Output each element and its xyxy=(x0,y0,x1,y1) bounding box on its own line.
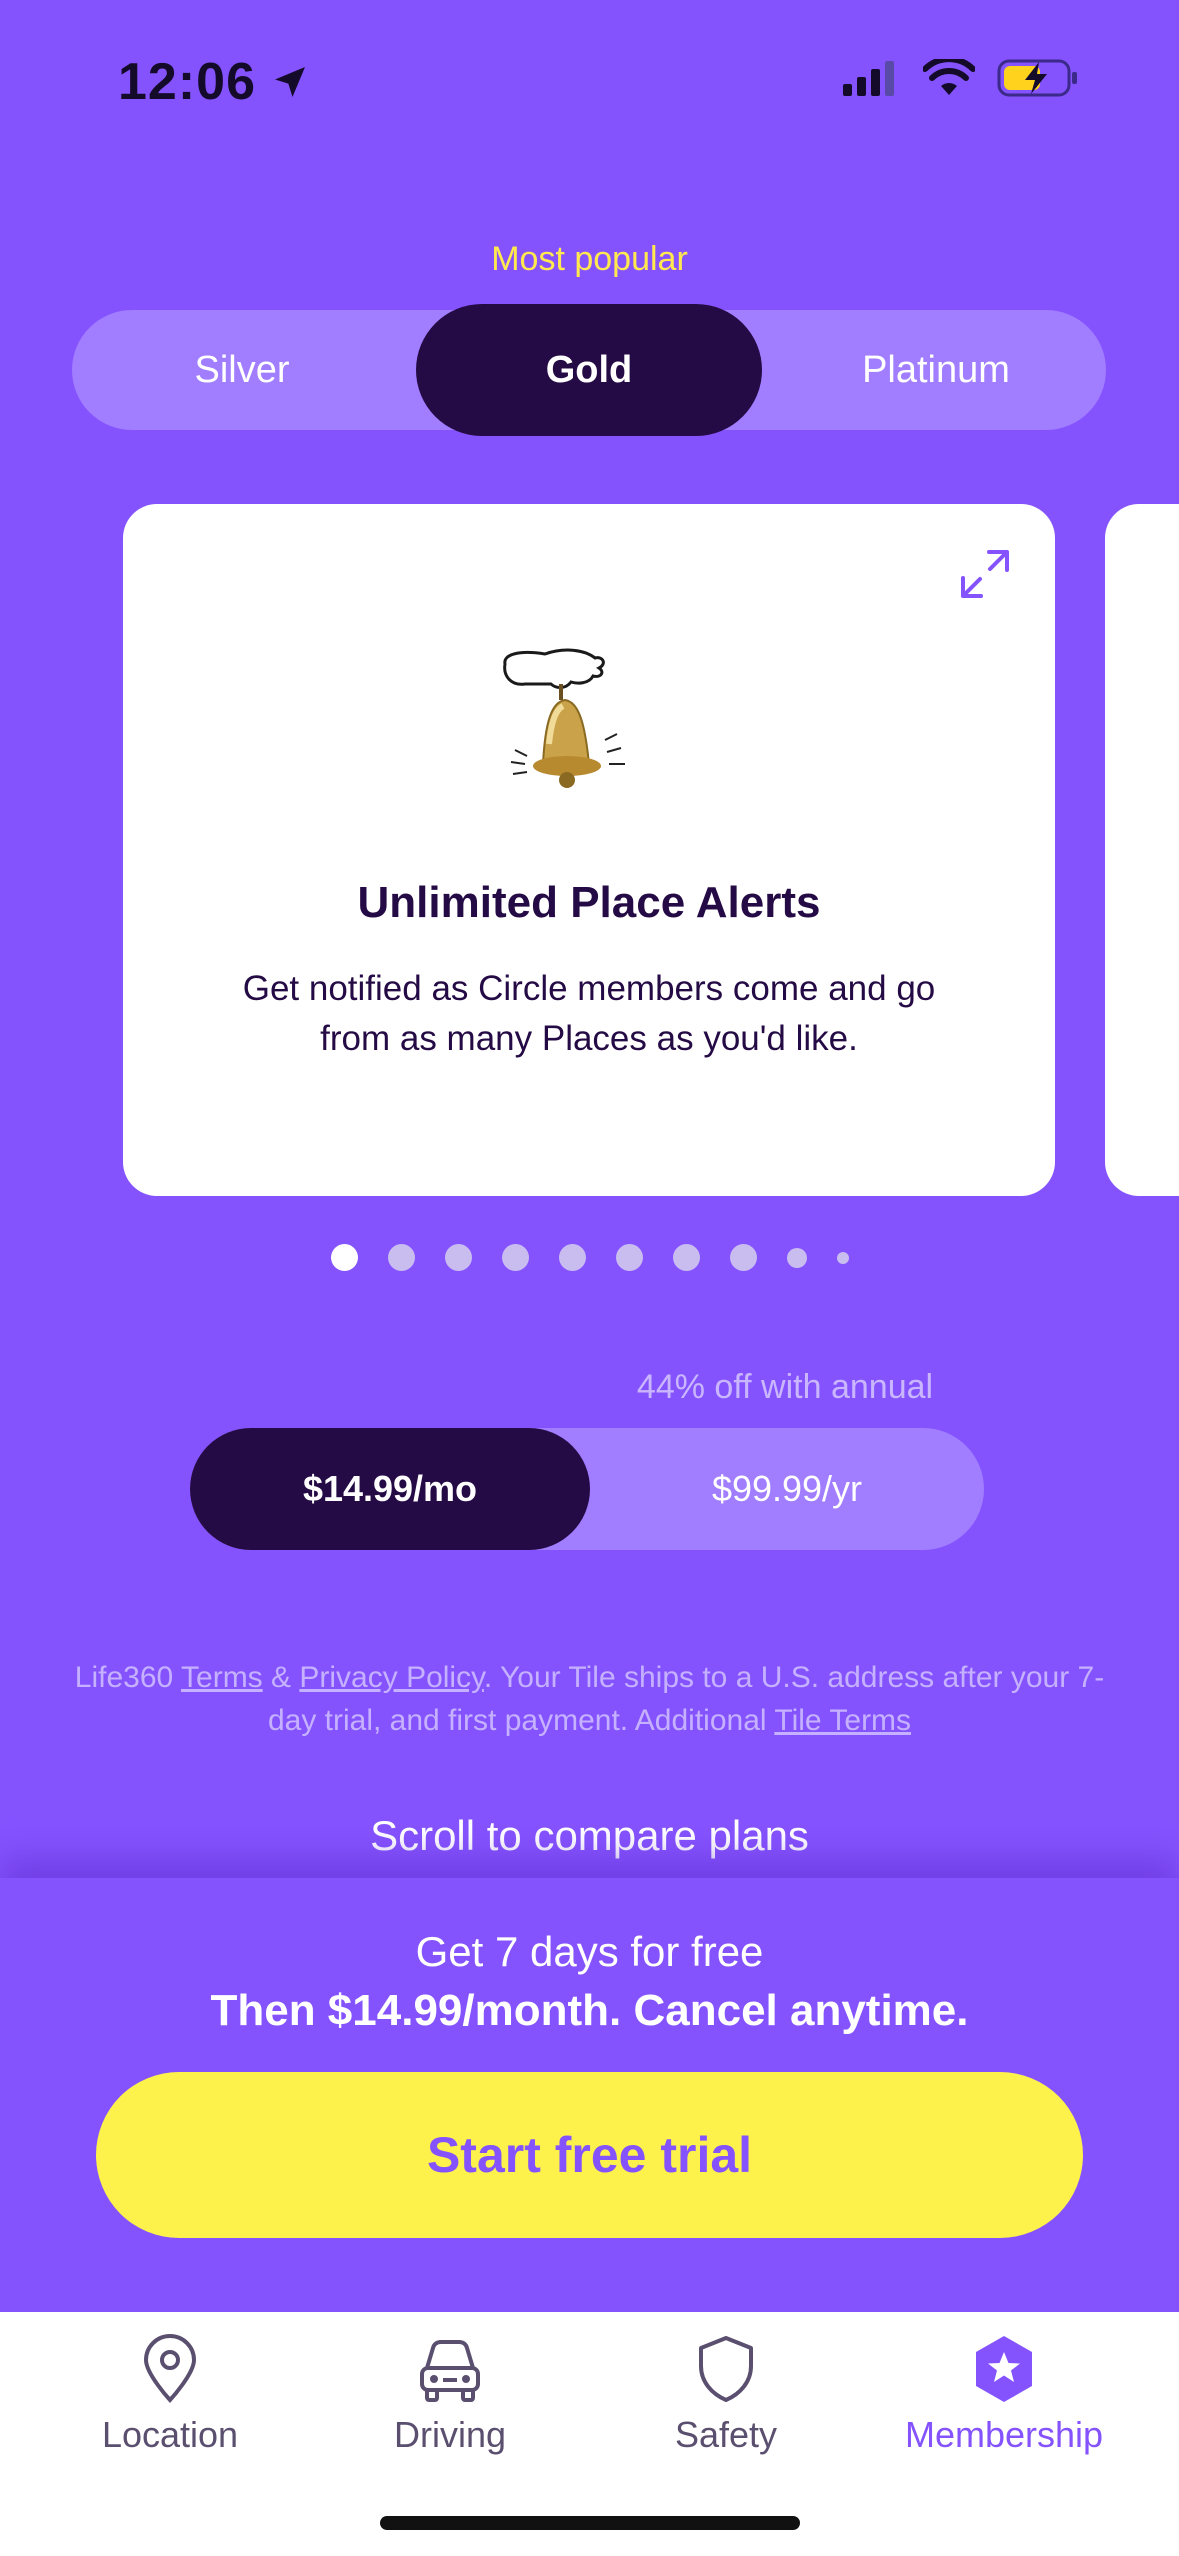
annual-discount-note: 44% off with annual xyxy=(636,1368,934,1406)
privacy-policy-link[interactable]: Privacy Policy xyxy=(299,1661,483,1694)
tab-membership[interactable]: Membership xyxy=(864,2324,1144,2456)
carousel-dot[interactable] xyxy=(786,1247,807,1268)
status-icons xyxy=(841,58,1079,98)
carousel-dot[interactable] xyxy=(672,1244,700,1271)
car-icon xyxy=(420,2340,480,2402)
tab-silver[interactable]: Silver xyxy=(72,310,412,430)
trial-pricing: Then $14.99/month. Cancel anytime. xyxy=(210,1986,969,2035)
location-arrow-icon xyxy=(275,67,305,97)
most-popular-badge: Most popular xyxy=(491,240,688,278)
tab-label: Safety xyxy=(674,2414,778,2455)
carousel-dot[interactable] xyxy=(501,1244,529,1271)
home-indicator[interactable] xyxy=(380,2516,800,2530)
wifi-icon xyxy=(923,59,975,95)
terms-link[interactable]: Terms xyxy=(181,1661,263,1694)
trial-length: Get 7 days for free xyxy=(415,1928,764,1975)
status-time: 12:06 xyxy=(118,52,310,112)
tab-safety[interactable]: Safety xyxy=(586,2324,866,2456)
feature-title: Unlimited Place Alerts xyxy=(357,878,821,927)
brand-name: Life360 xyxy=(74,1661,174,1694)
yearly-price-option[interactable]: $99.99/yr xyxy=(590,1428,984,1550)
carousel-dot[interactable] xyxy=(729,1244,757,1271)
tab-driving[interactable]: Driving xyxy=(310,2324,590,2456)
tab-label: Location xyxy=(101,2414,239,2455)
plan-selector: Silver Gold Platinum xyxy=(72,304,1106,436)
legal-text: Life360 Terms & Privacy Policy. Your Til… xyxy=(60,1656,1119,1742)
carousel-dots[interactable] xyxy=(0,1244,1179,1271)
tab-label: Membership xyxy=(904,2414,1104,2455)
time-label: 12:06 xyxy=(118,53,256,111)
shield-icon xyxy=(699,2336,753,2402)
billing-toggle: $14.99/mo $99.99/yr xyxy=(190,1428,984,1550)
carousel-dot[interactable] xyxy=(444,1244,472,1271)
carousel-dot[interactable] xyxy=(615,1244,643,1271)
tab-label: Driving xyxy=(393,2414,507,2455)
tile-terms-link[interactable]: Tile Terms xyxy=(774,1704,911,1737)
feature-card[interactable]: Unlimited Place Alerts Get notified as C… xyxy=(123,504,1055,1196)
ampersand: & xyxy=(271,1661,292,1694)
location-pin-icon xyxy=(143,2334,197,2403)
carousel-dot[interactable] xyxy=(836,1251,849,1264)
feature-description: Get notified as Circle members come and … xyxy=(242,969,936,1058)
carousel-dot[interactable] xyxy=(387,1244,415,1271)
monthly-price-option[interactable]: $14.99/mo xyxy=(190,1428,590,1550)
tab-platinum[interactable]: Platinum xyxy=(766,310,1106,430)
start-free-trial-button[interactable]: Start free trial xyxy=(96,2072,1083,2238)
star-badge-icon xyxy=(976,2336,1032,2402)
carousel-dot[interactable] xyxy=(558,1244,586,1271)
carousel-dot[interactable] xyxy=(330,1244,358,1271)
cellular-signal-icon xyxy=(843,61,894,96)
tab-location[interactable]: Location xyxy=(30,2324,310,2456)
battery-charging-icon xyxy=(997,59,1077,97)
tab-gold[interactable]: Gold xyxy=(416,304,762,436)
next-feature-card[interactable] xyxy=(1105,504,1179,1196)
expand-icon[interactable] xyxy=(959,548,1011,600)
scroll-hint: Scroll to compare plans xyxy=(370,1812,809,1859)
bell-with-hand-icon xyxy=(503,648,625,788)
